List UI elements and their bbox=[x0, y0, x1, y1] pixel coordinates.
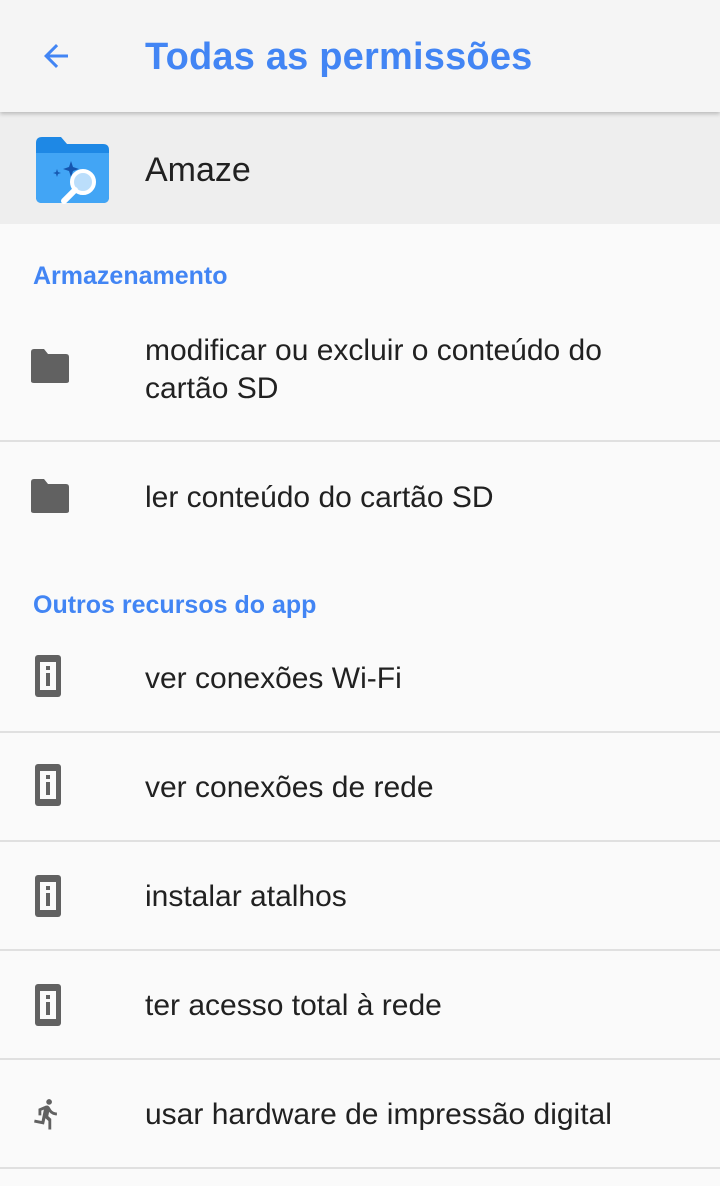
info-device-icon bbox=[35, 984, 61, 1026]
folder-icon bbox=[31, 479, 69, 513]
permission-label: ver conexões de rede bbox=[145, 771, 434, 804]
amaze-folder-icon bbox=[36, 137, 109, 204]
permission-row-wifi[interactable]: ver conexões Wi-Fi bbox=[0, 624, 720, 733]
permission-label: ler conteúdo do cartão SD bbox=[145, 481, 494, 514]
permission-label: instalar atalhos bbox=[145, 880, 347, 913]
info-device-icon bbox=[35, 875, 61, 917]
permission-row-network[interactable]: ver conexões de rede bbox=[0, 733, 720, 842]
permission-row-fingerprint[interactable]: usar hardware de impressão digital bbox=[0, 1060, 720, 1169]
section-title-storage: Armazenamento bbox=[33, 262, 228, 290]
app-name: Amaze bbox=[145, 151, 251, 189]
permission-label: ver conexões Wi-Fi bbox=[145, 662, 402, 695]
arrow-back-icon bbox=[44, 44, 68, 68]
permission-row-modify-sd[interactable]: modificar ou excluir o conteúdo do cartã… bbox=[0, 296, 720, 442]
page-title: Todas as permissões bbox=[145, 36, 533, 78]
info-device-icon bbox=[35, 764, 61, 806]
permission-label: usar hardware de impressão digital bbox=[145, 1098, 612, 1131]
permission-row-full-network[interactable]: ter acesso total à rede bbox=[0, 951, 720, 1060]
permission-row-read-sd[interactable]: ler conteúdo do cartão SD bbox=[0, 444, 720, 552]
info-device-icon bbox=[35, 655, 61, 697]
divider bbox=[0, 440, 720, 442]
permission-label: ter acesso total à rede bbox=[145, 989, 442, 1022]
folder-icon bbox=[31, 349, 69, 383]
permission-label: modificar ou excluir o conteúdo do cartã… bbox=[145, 334, 602, 405]
section-title-other: Outros recursos do app bbox=[33, 591, 317, 619]
app-bar: Todas as permissões bbox=[0, 0, 720, 112]
divider bbox=[0, 1167, 720, 1169]
permission-row-shortcuts[interactable]: instalar atalhos bbox=[0, 842, 720, 951]
running-person-icon bbox=[34, 1099, 57, 1130]
back-button[interactable] bbox=[28, 28, 84, 84]
